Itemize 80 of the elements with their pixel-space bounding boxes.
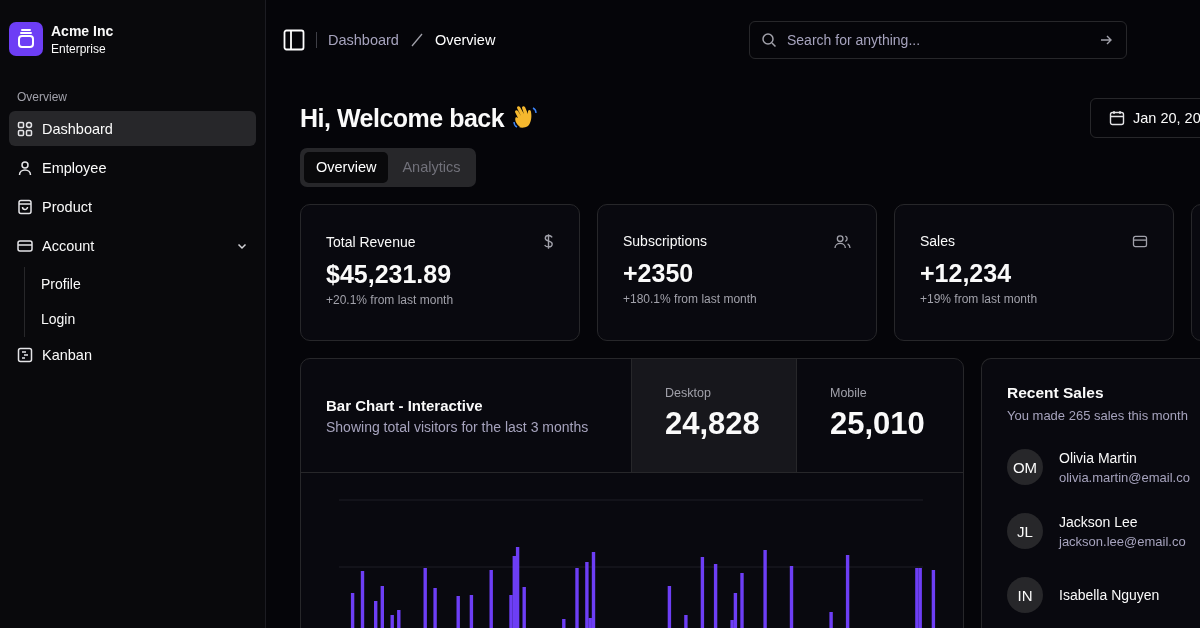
tab[interactable]: Overview: [304, 152, 389, 183]
sidebar-item[interactable]: Employee: [9, 150, 256, 185]
nav-group-label: Overview: [17, 90, 68, 104]
stat-change: +20.1% from last month: [326, 293, 455, 307]
card-icon: [1132, 234, 1148, 248]
user-icon: [17, 159, 33, 176]
breadcrumb-link[interactable]: Dashboard: [328, 32, 399, 48]
calendar-icon: [1109, 110, 1125, 126]
bar: [829, 612, 833, 628]
avatar: IN: [1007, 577, 1043, 613]
customer-name: Olivia Martin: [1059, 449, 1138, 466]
customer-email: olivia.martin@email.co: [1059, 469, 1190, 485]
users-icon: [834, 233, 851, 249]
stat-change: +19% from last month: [920, 292, 1039, 306]
bar: [433, 588, 437, 628]
bar: [700, 557, 705, 628]
bar: [931, 570, 936, 628]
plan-label: Enterprise: [51, 41, 107, 56]
chart-subtitle: Showing total visitors for the last 3 months: [326, 418, 590, 435]
metric-value: 25,010: [830, 406, 926, 442]
page-heading: Hi, Welcome back: [300, 103, 505, 133]
bar: [397, 610, 401, 628]
breadcrumb-link[interactable]: Overview: [434, 32, 496, 48]
sidebar-item[interactable]: Kanban: [9, 337, 256, 372]
metric-value: 24,828: [665, 406, 761, 442]
bar: [380, 586, 384, 628]
bar: [469, 595, 474, 628]
card-subtitle: You made 265 sales this month: [1007, 408, 1189, 423]
sidebar-subitem[interactable]: Login: [33, 302, 89, 337]
stat-value: $45,231.89: [326, 260, 453, 289]
date-picker-button[interactable]: Jan 20, 20: [1090, 98, 1200, 138]
bar: [423, 568, 427, 628]
bar: [789, 566, 794, 628]
metric-toggle[interactable]: Mobile 25,010: [796, 359, 961, 472]
bar: [360, 571, 365, 628]
metric-label: Desktop: [665, 386, 712, 400]
customer-name: Jackson Lee: [1059, 513, 1139, 530]
company-name: Acme Inc: [51, 22, 114, 39]
sidebar-subitem[interactable]: Profile: [33, 267, 89, 302]
metric-toggle[interactable]: Desktop 24,828: [631, 359, 796, 472]
stat-title: Subscriptions: [623, 233, 708, 249]
arrow-right-icon: [1099, 33, 1113, 47]
kanban-icon: [17, 346, 33, 363]
avatar: OM: [1007, 449, 1043, 485]
sidebar-item[interactable]: Product: [9, 189, 256, 224]
breadcrumb-separator: [409, 33, 424, 47]
search-field[interactable]: Search for anything...: [749, 21, 1127, 59]
search-icon: [761, 32, 777, 48]
bar: [522, 587, 526, 628]
bar: [562, 619, 566, 628]
chart-title: Bar Chart - Interactive: [326, 396, 484, 414]
bar: [575, 568, 579, 628]
card-title: Recent Sales: [1007, 384, 1105, 402]
bar: [713, 564, 718, 628]
grid-icon: [17, 120, 33, 137]
dollar-icon: [543, 233, 554, 250]
bar: [350, 593, 355, 628]
sidebar-toggle-icon[interactable]: [283, 29, 305, 51]
bar: [667, 586, 672, 628]
bar: [489, 570, 493, 628]
stat-change: +180.1% from last month: [623, 292, 758, 306]
bar: [374, 601, 378, 628]
card-icon: [17, 237, 33, 254]
bar: [740, 573, 744, 628]
customer-name: Isabella Nguyen: [1059, 587, 1160, 603]
stat-title: Sales: [920, 233, 956, 249]
logo-icon: [9, 22, 43, 56]
bar: [456, 596, 460, 628]
metric-label: Mobile: [830, 386, 868, 400]
bar: [684, 615, 688, 628]
stat-value: +12,234: [920, 259, 1013, 288]
sidebar-item[interactable]: Dashboard: [9, 111, 256, 146]
bag-icon: [17, 198, 33, 215]
sidebar-item[interactable]: Account: [9, 228, 256, 263]
waving-hand-icon: [512, 105, 539, 131]
bar: [390, 615, 394, 628]
stat-title: Total Revenue: [326, 233, 416, 250]
customer-email: jackson.lee@email.co: [1059, 533, 1186, 549]
avatar: JL: [1007, 513, 1043, 549]
stat-value: +2350: [623, 259, 695, 288]
